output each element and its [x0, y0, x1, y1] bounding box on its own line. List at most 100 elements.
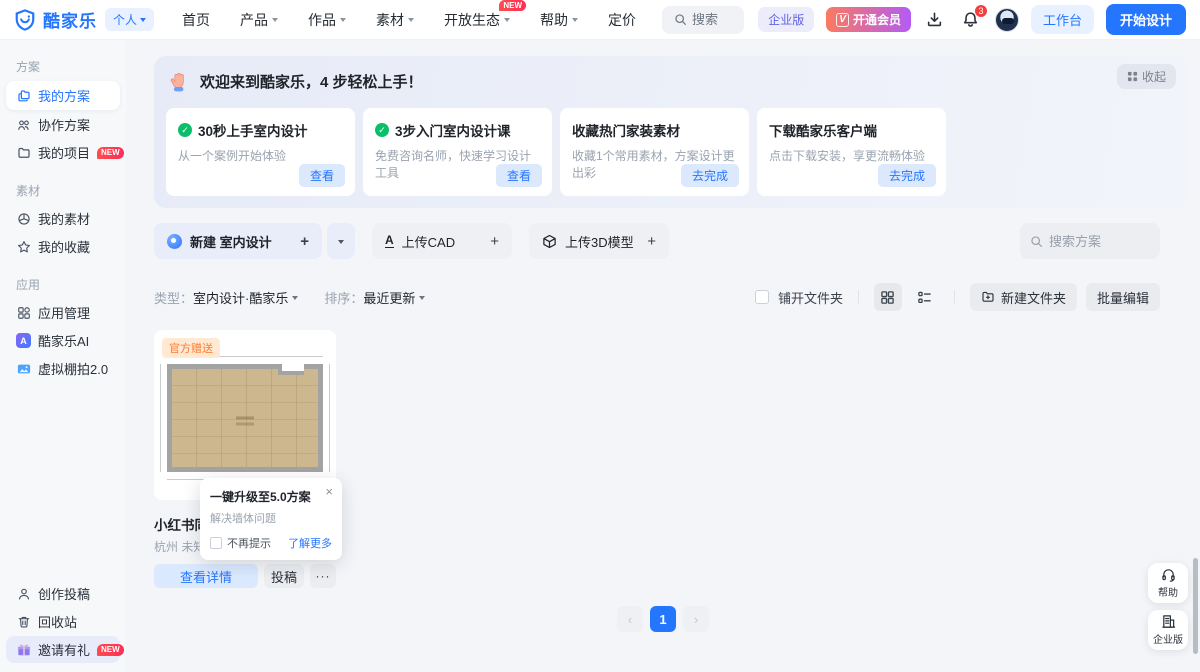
page-1-button[interactable]: 1	[650, 606, 676, 632]
new-badge: NEW	[499, 0, 526, 11]
chevron-down-icon	[292, 296, 298, 300]
apps-grid-icon	[16, 305, 31, 320]
project-folder-icon	[16, 145, 31, 160]
sidebar-item-recycle-bin[interactable]: 回收站	[6, 608, 120, 635]
chevron-down-icon	[504, 18, 510, 22]
prev-page-button[interactable]: ‹	[617, 606, 643, 632]
onboarding-card-quick-start[interactable]: ✓ 30秒上手室内设计 从一个案例开始体验 查看	[166, 108, 355, 196]
new-design-dropdown-button[interactable]	[327, 223, 355, 259]
menu-pricing[interactable]: 定价	[608, 10, 636, 30]
menu-products[interactable]: 产品	[240, 10, 278, 30]
menu-home[interactable]: 首页	[182, 10, 210, 30]
trash-icon	[16, 614, 31, 629]
submit-button[interactable]: 投稿	[264, 564, 304, 588]
dont-remind-label: 不再提示	[227, 535, 271, 551]
sidebar-item-app-management[interactable]: 应用管理	[6, 299, 120, 326]
dont-remind-checkbox[interactable]	[210, 537, 222, 549]
sidebar-item-my-materials[interactable]: 我的素材	[6, 205, 120, 232]
help-floating-button[interactable]: 帮助	[1148, 563, 1188, 603]
complete-button[interactable]: 去完成	[681, 164, 739, 187]
chevron-down-icon	[338, 240, 344, 244]
user-avatar[interactable]	[995, 8, 1019, 32]
workspace-button[interactable]: 工作台	[1031, 5, 1094, 34]
collapse-banner-button[interactable]: 收起	[1117, 64, 1176, 89]
pagination: ‹ 1 ›	[617, 606, 709, 632]
filter-bar: 类型： 室内设计·酷家乐 排序： 最近更新 铺开文件夹 新建文件夹 批量编辑	[154, 283, 1160, 311]
download-icon	[926, 11, 943, 28]
scrollbar-thumb[interactable]	[1193, 558, 1198, 654]
download-client-button[interactable]	[923, 8, 947, 32]
welcome-banner: 欢迎来到酷家乐，4 步轻松上手！ 收起 ✓ 30秒上手室内设计 从一个案例开始体…	[154, 56, 1186, 208]
chevron-down-icon	[572, 18, 578, 22]
star-icon	[16, 239, 31, 254]
more-options-button[interactable]: ···	[310, 564, 336, 588]
vip-membership-button[interactable]: V 开通会员	[826, 7, 911, 32]
dimension-line	[329, 364, 330, 472]
room-label-mark	[236, 417, 254, 420]
view-details-button[interactable]: 查看详情	[154, 564, 258, 588]
sidebar-item-collab-plans[interactable]: 协作方案	[6, 111, 120, 138]
list-view-icon	[917, 290, 932, 305]
nav-search[interactable]	[662, 6, 744, 34]
next-page-button[interactable]: ›	[683, 606, 709, 632]
gift-icon	[16, 642, 31, 657]
enterprise-floating-button[interactable]: 企业版	[1148, 610, 1188, 650]
plan-search-input[interactable]	[1049, 234, 1139, 249]
grid-view-button[interactable]	[874, 283, 902, 311]
complete-button[interactable]: 去完成	[878, 164, 936, 187]
sidebar-item-kujiale-ai[interactable]: A 酷家乐AI	[6, 327, 120, 354]
nav-search-input[interactable]	[692, 12, 732, 27]
view-button[interactable]: 查看	[299, 164, 345, 187]
menu-works[interactable]: 作品	[308, 10, 346, 30]
folder-copy-icon	[16, 88, 31, 103]
new-badge: NEW	[97, 644, 124, 656]
floor-plan	[167, 364, 323, 472]
learn-more-link[interactable]: 了解更多	[288, 535, 332, 551]
grid-view-icon	[880, 290, 895, 305]
menu-open-ecosystem[interactable]: 开放生态NEW	[444, 10, 510, 30]
enterprise-version-button[interactable]: 企业版	[758, 7, 814, 32]
sort-filter-dropdown[interactable]: 最近更新	[363, 288, 425, 307]
new-folder-button[interactable]: 新建文件夹	[970, 283, 1077, 311]
onboarding-card-favorite-materials[interactable]: 收藏热门家装素材 收藏1个常用素材，方案设计更出彩 去完成	[560, 108, 749, 196]
menu-help[interactable]: 帮助	[540, 10, 578, 30]
wave-hand-icon	[168, 70, 190, 92]
upload-3d-model-button[interactable]: 上传3D模型 +	[529, 223, 669, 259]
menu-materials[interactable]: 素材	[376, 10, 414, 30]
expand-folders-checkbox[interactable]	[755, 290, 769, 304]
chevron-down-icon	[140, 18, 146, 22]
account-type-switcher[interactable]: 个人	[105, 8, 154, 31]
sidebar-item-my-plans[interactable]: 我的方案	[6, 81, 120, 110]
kujiale-logo[interactable]: 酷家乐	[14, 7, 97, 32]
plus-icon: +	[490, 233, 499, 250]
new-interior-design-button[interactable]: 新建 室内设计 +	[154, 223, 322, 259]
kujiale-logo-icon	[14, 9, 36, 31]
onboarding-card-download-client[interactable]: 下载酷家乐客户端 点击下载安装，享更流畅体验 去完成	[757, 108, 946, 196]
upload-cad-button[interactable]: A 上传CAD +	[372, 223, 512, 259]
floor-plan-notch	[278, 364, 304, 375]
sidebar-item-creator-submit[interactable]: 创作投稿	[6, 580, 120, 607]
check-circle-icon: ✓	[178, 123, 192, 137]
view-button[interactable]: 查看	[496, 164, 542, 187]
close-icon[interactable]: ×	[325, 485, 333, 498]
batch-edit-button[interactable]: 批量编辑	[1086, 283, 1160, 311]
plan-search[interactable]	[1020, 223, 1160, 259]
notifications-button[interactable]: 3	[959, 8, 983, 32]
design-thumbnail[interactable]: 官方赠送	[154, 330, 336, 500]
sort-filter-label: 排序：	[324, 288, 363, 307]
sidebar-item-my-projects[interactable]: 我的项目 NEW	[6, 139, 120, 166]
onboarding-card-design-course[interactable]: ✓ 3步入门室内设计课 免费咨询名师，快速学习设计工具 查看	[363, 108, 552, 196]
sidebar-item-virtual-studio[interactable]: 虚拟棚拍2.0	[6, 355, 120, 382]
official-gift-badge: 官方赠送	[162, 338, 220, 358]
cad-icon: A	[385, 234, 394, 248]
type-filter-dropdown[interactable]: 室内设计·酷家乐	[193, 288, 298, 307]
upgrade-popup: 一键升级至5.0方案 × 解决墙体问题 不再提示 了解更多	[200, 478, 342, 560]
sidebar-item-my-favorites[interactable]: 我的收藏	[6, 233, 120, 260]
notification-count-badge: 3	[974, 4, 988, 18]
sidebar-item-invite-gift[interactable]: 邀请有礼 NEW	[6, 636, 120, 663]
sidebar-footer: 创作投稿 回收站 邀请有礼 NEW	[0, 579, 126, 664]
start-design-button[interactable]: 开始设计	[1106, 4, 1186, 35]
creation-toolbar: 新建 室内设计 + A 上传CAD + 上传3D模型 +	[154, 223, 1160, 259]
chevron-down-icon	[408, 18, 414, 22]
list-view-button[interactable]	[911, 283, 939, 311]
